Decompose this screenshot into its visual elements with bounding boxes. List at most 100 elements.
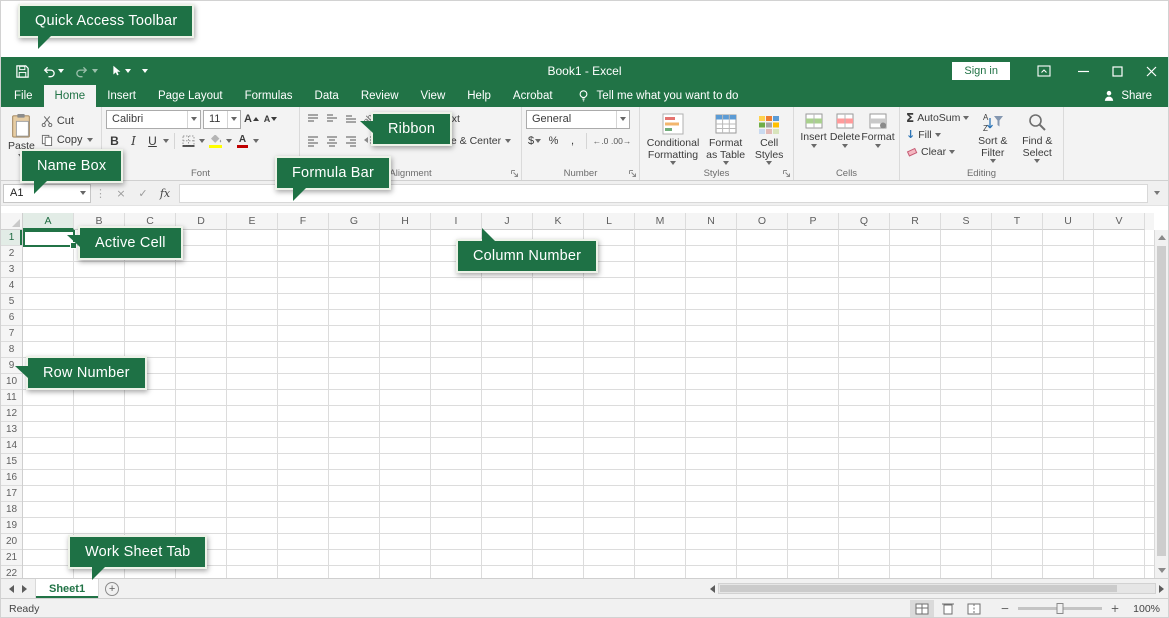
copy-button[interactable]: Copy [38,130,96,149]
row-header-6[interactable]: 6 [1,310,22,326]
menu-tab-file[interactable]: File [3,85,44,107]
undo-button[interactable] [37,59,68,83]
autosum-button[interactable]: Σ AutoSum [904,109,970,126]
row-header-8[interactable]: 8 [1,342,22,358]
horizontal-scrollbar[interactable] [706,579,1168,598]
find-select-button[interactable]: Find & Select [1015,109,1059,167]
font-name-select[interactable]: Calibri [106,110,201,129]
increase-font-size-button[interactable]: A [243,110,260,128]
column-header-A[interactable]: A [23,213,74,230]
align-bottom-button[interactable] [342,110,359,128]
scroll-down-icon[interactable] [1158,568,1166,573]
close-button[interactable] [1134,57,1168,85]
column-header-O[interactable]: O [737,213,788,230]
column-header-D[interactable]: D [176,213,227,230]
grid-cells[interactable] [23,230,1154,578]
vertical-scrollbar[interactable] [1154,230,1168,578]
page-break-view-button[interactable] [962,600,986,617]
row-header-21[interactable]: 21 [1,550,22,566]
fill-button[interactable]: ↓ Fill [904,126,970,143]
page-layout-view-button[interactable] [936,600,960,617]
row-header-14[interactable]: 14 [1,438,22,454]
align-middle-button[interactable] [323,110,340,128]
row-header-3[interactable]: 3 [1,262,22,278]
column-header-U[interactable]: U [1043,213,1094,230]
conditional-formatting-button[interactable]: Conditional Formatting [644,109,702,167]
menu-tab-insert[interactable]: Insert [96,85,147,107]
ribbon-display-options-button[interactable] [1036,63,1052,79]
insert-function-button[interactable]: fx [154,187,176,200]
zoom-out-button[interactable]: − [998,603,1012,615]
add-sheet-button[interactable]: + [99,579,125,598]
align-left-button[interactable] [304,132,321,150]
row-header-5[interactable]: 5 [1,294,22,310]
number-format-select[interactable]: General [526,110,630,129]
tell-me-box[interactable]: Tell me what you want to do [576,85,739,107]
column-header-R[interactable]: R [890,213,941,230]
delete-cells-button[interactable]: Delete [829,109,861,167]
column-header-P[interactable]: P [788,213,839,230]
row-header-15[interactable]: 15 [1,454,22,470]
horizontal-scrollbar-thumb[interactable] [720,585,1117,592]
column-header-T[interactable]: T [992,213,1043,230]
enter-button[interactable]: ✓ [132,187,154,200]
styles-dialog-launcher[interactable] [782,169,791,178]
bold-button[interactable]: B [106,132,123,150]
menu-tab-page-layout[interactable]: Page Layout [147,85,234,107]
previous-sheet-icon[interactable] [9,585,14,593]
minimize-button[interactable] [1066,57,1100,85]
percent-style-button[interactable]: % [545,132,562,150]
format-cells-button[interactable]: Format [861,109,895,167]
customize-quick-access-button[interactable] [138,59,152,83]
menu-tab-view[interactable]: View [410,85,457,107]
column-header-Q[interactable]: Q [839,213,890,230]
row-header-16[interactable]: 16 [1,470,22,486]
menu-tab-data[interactable]: Data [304,85,350,107]
menu-tab-formulas[interactable]: Formulas [234,85,304,107]
insert-cells-button[interactable]: Insert [798,109,829,167]
sheet-tab-sheet1[interactable]: Sheet1 [35,579,99,598]
number-dialog-launcher[interactable] [628,169,637,178]
column-header-K[interactable]: K [533,213,584,230]
alignment-dialog-launcher[interactable] [510,169,519,178]
row-header-13[interactable]: 13 [1,422,22,438]
column-header-F[interactable]: F [278,213,329,230]
scroll-left-icon[interactable] [710,585,715,593]
menu-tab-acrobat[interactable]: Acrobat [502,85,564,107]
row-header-1[interactable]: 1 [1,230,22,246]
zoom-slider-thumb[interactable] [1057,603,1064,614]
normal-view-button[interactable] [910,600,934,617]
column-header-L[interactable]: L [584,213,635,230]
sign-in-button[interactable]: Sign in [952,62,1010,80]
cut-button[interactable]: Cut [38,111,96,130]
format-as-table-button[interactable]: Format as Table [702,109,749,167]
formula-bar-resizer[interactable]: ⋮ [91,187,110,200]
menu-tab-review[interactable]: Review [350,85,410,107]
horizontal-scrollbar-track[interactable] [718,583,1156,594]
font-size-select[interactable]: 11 [203,110,241,129]
decrease-decimal-button[interactable]: .00→ [611,132,631,150]
align-top-button[interactable] [304,110,321,128]
menu-tab-home[interactable]: Home [44,85,97,107]
underline-button[interactable]: U [144,132,161,150]
save-button[interactable] [11,59,34,83]
align-center-button[interactable] [323,132,340,150]
sort-filter-button[interactable]: AZ Sort & Filter [970,109,1015,167]
share-button[interactable]: Share [1102,85,1168,107]
column-header-I[interactable]: I [431,213,482,230]
increase-decimal-button[interactable]: ←.0 [592,132,609,150]
comma-style-button[interactable]: , [564,132,581,150]
select-all-corner[interactable] [1,213,23,230]
scroll-right-icon[interactable] [1159,585,1164,593]
column-header-E[interactable]: E [227,213,278,230]
row-header-11[interactable]: 11 [1,390,22,406]
menu-tab-help[interactable]: Help [456,85,502,107]
row-header-20[interactable]: 20 [1,534,22,550]
row-header-4[interactable]: 4 [1,278,22,294]
zoom-in-button[interactable]: + [1108,603,1122,615]
borders-button[interactable] [180,132,197,150]
next-sheet-icon[interactable] [22,585,27,593]
row-header-22[interactable]: 22 [1,566,22,578]
row-header-17[interactable]: 17 [1,486,22,502]
row-header-7[interactable]: 7 [1,326,22,342]
